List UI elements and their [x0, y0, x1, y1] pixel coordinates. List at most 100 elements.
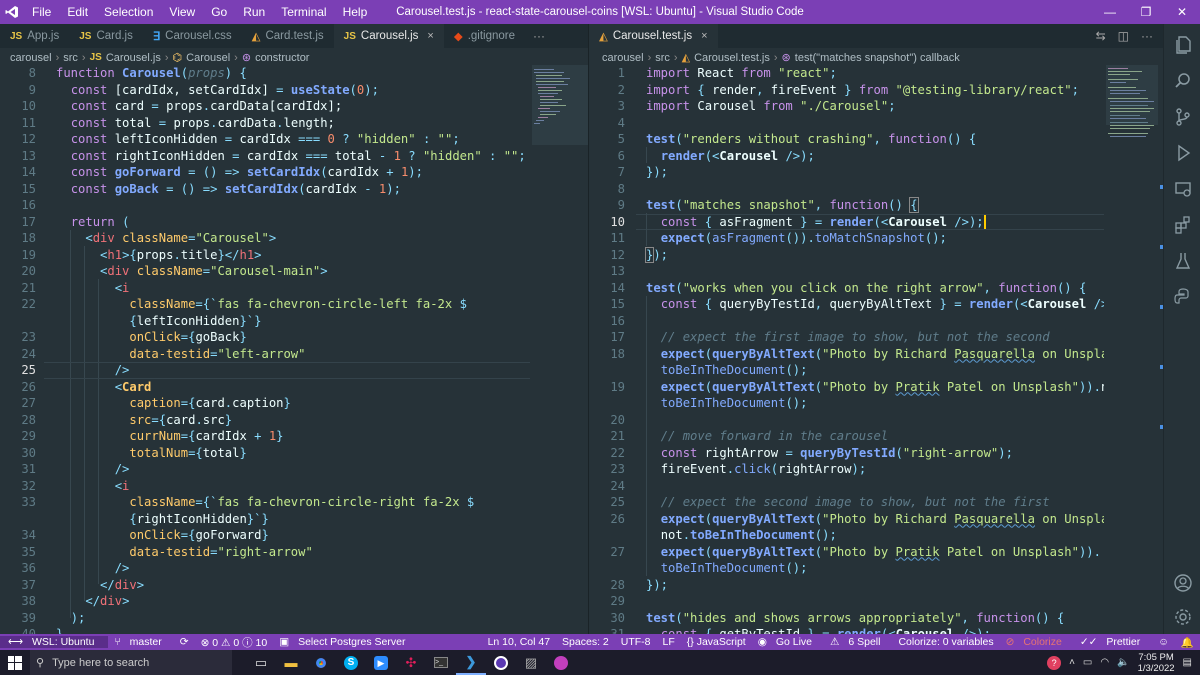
close-icon[interactable]: ✕	[1164, 0, 1200, 24]
skype-taskbar-icon[interactable]: S	[336, 650, 366, 675]
battery-icon[interactable]: ▭	[1083, 657, 1092, 668]
windows-start-icon[interactable]	[0, 650, 30, 675]
vscode-taskbar-icon[interactable]: ❯	[456, 650, 486, 675]
go-live-button[interactable]: ◉ Go Live	[752, 636, 824, 648]
spell-checker[interactable]: ⚠ 6 Spell	[824, 636, 892, 648]
restore-icon[interactable]: ❐	[1128, 0, 1164, 24]
title-bar: File Edit Selection View Go Run Terminal…	[0, 0, 1200, 24]
tab-carousel-js[interactable]: JS Carousel.js ×	[333, 24, 444, 48]
colorize-toggle[interactable]: ⊘ Colorize	[1000, 636, 1074, 648]
terminal-taskbar-icon[interactable]: >_	[426, 650, 456, 675]
menu-view[interactable]: View	[161, 0, 203, 24]
split-editor-icon[interactable]: ◫	[1118, 29, 1129, 43]
photos-taskbar-icon[interactable]: ▨	[516, 650, 546, 675]
branch-indicator[interactable]: ⑂ master	[108, 636, 173, 648]
sync-icon[interactable]: ⟳	[174, 636, 195, 648]
breadcrumb-item[interactable]: Carousel.test.js	[694, 52, 770, 64]
tab-close-icon[interactable]: ×	[701, 30, 707, 42]
manage-gear-icon[interactable]	[1164, 600, 1200, 634]
line-number: 27	[610, 544, 625, 559]
line-number: 21	[610, 429, 625, 443]
app-taskbar-icon[interactable]	[546, 650, 576, 675]
tab-close-icon[interactable]: ×	[427, 30, 433, 42]
notification-center-icon[interactable]: ▤	[1183, 657, 1192, 668]
firefox-taskbar-icon[interactable]	[486, 650, 516, 675]
tab-gitignore[interactable]: ◆ .gitignore	[444, 24, 525, 48]
chevron-up-icon[interactable]: ˄	[1069, 657, 1075, 668]
slack-taskbar-icon[interactable]: ✣	[396, 650, 426, 675]
line-number: 5	[617, 132, 625, 146]
breadcrumb-item[interactable]: constructor	[255, 52, 309, 64]
help-icon[interactable]: ?	[1047, 655, 1062, 670]
more-actions-icon[interactable]: ···	[1141, 29, 1153, 43]
breadcrumb-item[interactable]: Carousel	[186, 52, 230, 64]
breadcrumb-item[interactable]: Carousel.js	[106, 52, 161, 64]
menu-help[interactable]: Help	[335, 0, 376, 24]
python-icon[interactable]	[1164, 280, 1200, 314]
task-view-icon[interactable]: ▭	[246, 650, 276, 675]
tab-card-test-js[interactable]: ◭ Card.test.js	[242, 24, 334, 48]
indentation[interactable]: Spaces: 2	[556, 636, 615, 648]
zoom-taskbar-icon[interactable]: ▶	[366, 650, 396, 675]
line-number: 36	[21, 561, 36, 575]
extensions-icon[interactable]	[1164, 208, 1200, 242]
menu-file[interactable]: File	[24, 0, 59, 24]
right-tab-bar: ◭ Carousel.test.js × ⇆ ◫ ···	[589, 24, 1163, 48]
line-number: 17	[21, 214, 36, 229]
explorer-icon[interactable]	[1164, 28, 1200, 62]
remote-explorer-icon[interactable]	[1164, 172, 1200, 206]
line-number: 16	[610, 313, 625, 328]
menu-go[interactable]: Go	[203, 0, 235, 24]
breadcrumb-item[interactable]: test("matches snapshot") callback	[795, 52, 960, 64]
left-code-editor[interactable]: 8 9 10 11 12 13 14 15 16 17 18 19 20 21 22 23 24 25 26 27 28…	[0, 65, 530, 634]
line-number: 39	[21, 610, 36, 625]
left-minimap[interactable]	[532, 65, 588, 634]
volume-icon[interactable]: 🔈	[1117, 657, 1129, 668]
prettier-status[interactable]: ✓✓ Prettier	[1074, 636, 1152, 648]
end-of-line[interactable]: LF	[657, 636, 681, 648]
file-explorer-taskbar-icon[interactable]: ▬	[276, 650, 306, 675]
source-control-icon[interactable]	[1164, 100, 1200, 134]
menu-edit[interactable]: Edit	[59, 0, 96, 24]
encoding[interactable]: UTF-8	[615, 636, 657, 648]
feedback-icon[interactable]: ☺	[1152, 636, 1175, 648]
cursor-position[interactable]: Ln 10, Col 47	[482, 636, 556, 648]
line-number: 3	[617, 99, 625, 113]
tab-carousel-test-js[interactable]: ◭ Carousel.test.js ×	[589, 24, 718, 48]
clock[interactable]: 7:05 PM 1/3/2022	[1138, 652, 1175, 674]
right-code-editor[interactable]: 1 2 3 4 5 6 7 8 9 10 11 12 13 14 15 16 17 18 19 20 21 22 23 24 2…	[589, 65, 1104, 634]
breadcrumb-item[interactable]: src	[655, 52, 670, 64]
remote-indicator[interactable]: ⟷ WSL: Ubuntu	[0, 636, 109, 648]
right-minimap[interactable]	[1106, 65, 1163, 634]
line-number: 18	[610, 346, 625, 361]
breadcrumb-item[interactable]: carousel	[10, 52, 52, 64]
problems-indicator[interactable]: ⊗ 0 ⚠ 0 ⓘ 10	[195, 635, 274, 650]
breadcrumb-item[interactable]: carousel	[602, 52, 644, 64]
chrome-taskbar-icon[interactable]	[306, 650, 336, 675]
menu-run[interactable]: Run	[235, 0, 273, 24]
menu-selection[interactable]: Selection	[96, 0, 161, 24]
compare-icon[interactable]: ⇆	[1096, 29, 1106, 43]
tab-card-js[interactable]: JS Card.js	[69, 24, 143, 48]
tab-carousel-css[interactable]: ∃ Carousel.css	[143, 24, 242, 48]
line-number: 7	[617, 165, 625, 179]
language-mode[interactable]: {} JavaScript	[681, 636, 752, 648]
run-debug-icon[interactable]	[1164, 136, 1200, 170]
spell-label: 6 Spell	[848, 636, 881, 648]
wifi-icon[interactable]: ◠	[1100, 657, 1109, 668]
search-icon[interactable]	[1164, 64, 1200, 98]
postgres-server-selector[interactable]: ▣ Select Postgres Server	[273, 636, 417, 648]
tab-app-js[interactable]: JS App.js	[0, 24, 69, 48]
colorize-variables[interactable]: Colorize: 0 variables	[892, 636, 999, 648]
menu-terminal[interactable]: Terminal	[273, 0, 334, 24]
line-number: 12	[21, 132, 36, 146]
more-tabs-icon[interactable]: ···	[525, 24, 553, 48]
prettier-label: Prettier	[1106, 636, 1141, 648]
line-number: 28	[610, 577, 625, 592]
account-icon[interactable]	[1164, 566, 1200, 600]
testing-icon[interactable]	[1164, 244, 1200, 278]
notifications-icon[interactable]: 🔔	[1175, 636, 1200, 649]
taskbar-search-input[interactable]: ⚲ Type here to search	[30, 650, 232, 675]
minimize-icon[interactable]: —	[1092, 0, 1128, 24]
breadcrumb-item[interactable]: src	[63, 52, 78, 64]
